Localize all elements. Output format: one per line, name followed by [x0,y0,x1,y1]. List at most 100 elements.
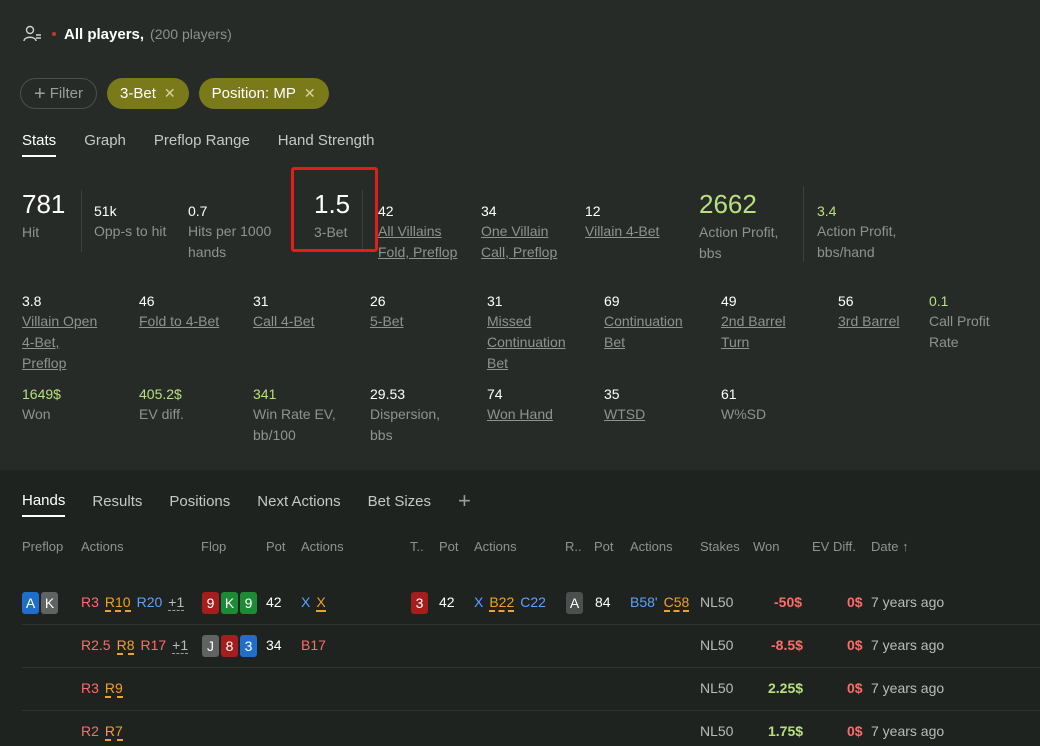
col-pot-turn[interactable]: Pot [439,539,459,554]
col-pot-river[interactable]: Pot [594,539,614,554]
pot: 42 [439,594,455,610]
flop-actions: XX [301,594,332,612]
stakes: NL50 [700,594,734,610]
stat-hits-per-1000: 0.7 Hits per 1000 hands [188,203,271,263]
stat-villain-open-4bet: 3.8 Villain Open 4-Bet, Preflop [22,293,97,374]
col-actions-river[interactable]: Actions [630,539,673,554]
col-turn[interactable]: T.. [410,539,424,554]
user-filter-icon[interactable] [22,24,42,44]
stat-link[interactable]: 2nd Barrel Turn [721,311,786,353]
flop-cards: 9K9 [202,592,259,614]
action: B17 [301,637,326,653]
action: R7 [104,723,123,741]
close-icon[interactable]: ✕ [164,85,176,102]
card: A [566,592,583,614]
stat-value: 56 [838,293,854,309]
stat-ev-diff: 405.2$ EV diff. [139,386,184,425]
filter-chip-label: 3-Bet [120,85,156,102]
col-flop[interactable]: Flop [201,539,226,554]
stat-2nd-barrel: 49 2nd Barrel Turn [721,293,786,353]
action-more[interactable]: +1 [172,637,189,654]
stat-one-villain-call: 34 One Villain Call, Preflop [481,203,557,263]
card: 3 [240,635,257,657]
tab-hands[interactable]: Hands [22,492,66,517]
action: R8 [116,637,135,655]
player-count: (200 players) [150,26,232,42]
tab-bet-sizes[interactable]: Bet Sizes [368,493,431,516]
stat-action-profit-hand: 3.4 Action Profit, bbs/hand [817,203,896,263]
stat-value: 34 [481,203,497,219]
pot: 84 [595,594,611,610]
action: R10 [104,594,131,612]
stat-link[interactable]: Villain 4-Bet [585,221,659,242]
stat-link[interactable]: Villain Open 4-Bet, Preflop [22,311,97,374]
turn-actions: X B22 C22 [474,594,552,612]
col-actions-flop[interactable]: Actions [301,539,344,554]
stat-link[interactable]: Missed Continuation Bet [487,311,566,374]
stat-value: 26 [370,293,386,309]
stat-link[interactable]: Won Hand [487,404,553,425]
stat-link[interactable]: Call 4-Bet [253,311,314,332]
col-ev-diff[interactable]: EV Diff. [812,539,856,554]
action: R20 [136,594,163,610]
col-pot-flop[interactable]: Pot [266,539,286,554]
ev-diff-value: 0$ [847,723,863,739]
col-date[interactable]: Date ↑ [871,539,909,554]
stakes: NL50 [700,680,734,696]
river-card: A [566,592,585,614]
tab-positions[interactable]: Positions [169,493,230,516]
stat-link[interactable]: 3rd Barrel [838,311,899,332]
col-actions-preflop[interactable]: Actions [81,539,124,554]
preflop-actions: R2 R7 [81,723,129,741]
action-more[interactable]: +1 [168,594,185,611]
tab-graph[interactable]: Graph [84,132,126,157]
divider [81,190,82,252]
date: 7 years ago [871,680,945,696]
table-row[interactable]: R3 R9 NL50 2.25$ 0$ 7 years ago [22,668,1040,711]
card: J [202,635,219,657]
stat-link[interactable]: 5-Bet [370,311,403,332]
stat-fold-to-4bet: 46 Fold to 4-Bet [139,293,219,332]
card: 3 [411,592,428,614]
action: C58 [663,594,690,612]
add-tab-icon[interactable]: + [458,488,471,520]
stat-value: 46 [139,293,155,309]
add-filter-button[interactable]: + Filter [20,78,98,109]
date: 7 years ago [871,637,945,653]
tab-hand-strength[interactable]: Hand Strength [278,132,375,157]
action: R17 [140,637,167,653]
stat-label: W%SD [721,406,767,422]
stat-value: 61 [721,386,737,402]
stat-link[interactable]: WTSD [604,404,645,425]
col-won[interactable]: Won [753,539,780,554]
tab-preflop-range[interactable]: Preflop Range [154,132,250,157]
won-value: 1.75$ [768,723,804,739]
col-river[interactable]: R.. [565,539,582,554]
action: B58' [630,594,658,610]
stat-link[interactable]: All Villains Fold, Preflop [378,221,457,263]
card: 8 [221,635,238,657]
table-row[interactable]: R2.5 R8 R17 +1 J83 34 B17 NL50 -8.5$ 0$ 7 y… [22,625,1040,668]
stat-missed-cbet: 31 Missed Continuation Bet [487,293,566,374]
action: X [301,594,311,610]
filter-chip-position[interactable]: Position: MP ✕ [198,78,329,109]
col-stakes[interactable]: Stakes [700,539,740,554]
tab-results[interactable]: Results [92,493,142,516]
filter-chip-3bet[interactable]: 3-Bet ✕ [107,78,189,109]
stat-opps: 51k Opp-s to hit [94,203,166,242]
stat-link[interactable]: Continuation Bet [604,311,683,353]
stat-value: 0.7 [188,203,208,219]
col-preflop[interactable]: Preflop [22,539,63,554]
stat-value: 0.1 [929,293,949,309]
stat-5bet: 26 5-Bet [370,293,403,332]
table-row[interactable]: R2 R7 NL50 1.75$ 0$ 7 years ago [22,711,1040,746]
stat-action-profit: 2662 Action Profit, bbs [699,189,778,264]
stat-link[interactable]: One Villain Call, Preflop [481,221,557,263]
tab-next-actions[interactable]: Next Actions [257,493,340,516]
close-icon[interactable]: ✕ [304,85,316,102]
col-actions-turn[interactable]: Actions [474,539,517,554]
table-row[interactable]: AK R3 R10 R20 +1 9K9 42 XX 3 42 X B22 C22 A 8… [22,582,1040,625]
tab-stats[interactable]: Stats [22,132,57,157]
pot: 34 [266,637,282,653]
stat-link[interactable]: Fold to 4-Bet [139,311,219,332]
